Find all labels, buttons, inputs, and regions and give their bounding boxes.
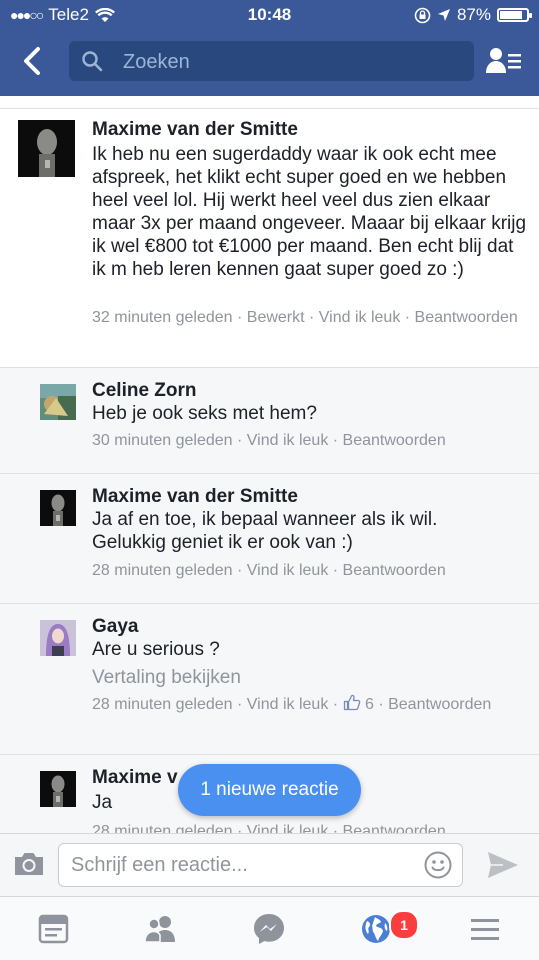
comment-author[interactable]: Gaya (92, 616, 138, 638)
comment-author[interactable]: Celine Zorn (92, 380, 197, 402)
reply-button[interactable]: Beantwoorden (343, 432, 446, 449)
avatar-image (40, 771, 76, 807)
comment-timestamp[interactable]: 28 minuten geleden (92, 823, 233, 833)
news-feed-icon (38, 914, 69, 944)
camera-button[interactable] (12, 850, 46, 883)
reply-button[interactable]: Beantwoorden (343, 562, 446, 579)
comment-item: Maxime van der Smitte Ik heb nu een suge… (0, 109, 539, 367)
comment-timestamp[interactable]: 28 minuten geleden (92, 696, 233, 713)
menu-icon (471, 919, 499, 940)
comment-meta: 28 minuten geleden · Vind ik leuk · Bean… (92, 562, 446, 579)
back-button[interactable] (16, 44, 50, 78)
comment-input-placeholder: Schrijf een reactie... (71, 854, 248, 876)
search-input[interactable]: Zoeken (123, 51, 190, 74)
battery-icon (497, 8, 532, 22)
comment-text: Heb je ook seks met hem? (92, 403, 317, 424)
reply-item: Gaya Are u serious ? Vertaling bekijken … (0, 604, 539, 754)
avatar[interactable] (18, 120, 75, 177)
send-icon (488, 852, 518, 878)
messenger-icon (254, 914, 284, 944)
comment-author[interactable]: Maxime v (92, 767, 178, 789)
avatar[interactable] (40, 384, 76, 420)
battery-percent: 87% (456, 5, 491, 24)
avatar[interactable] (40, 620, 76, 656)
comment-timestamp[interactable]: 32 minuten geleden (92, 309, 233, 326)
thumbs-up-icon (343, 694, 360, 711)
notification-badge: 1 (389, 910, 419, 940)
comment-text: Ja af en toe, ik bepaal wanneer als ik w… (92, 509, 443, 553)
edited-label[interactable]: Bewerkt (247, 309, 305, 326)
comment-composer: Schrijf een reactie... (0, 833, 539, 896)
like-button[interactable]: Vind ik leuk (247, 823, 329, 833)
avatar-image (40, 384, 76, 420)
avatar-image (18, 120, 75, 177)
comment-text: Ik heb nu een sugerdaddy waar ik ook ech… (92, 144, 532, 280)
smiley-icon[interactable] (424, 851, 452, 879)
friend-requests-button[interactable] (484, 44, 524, 78)
see-translation-link[interactable]: Vertaling bekijken (92, 667, 241, 689)
reply-button[interactable]: Beantwoorden (388, 696, 491, 713)
comment-meta: 28 minuten geleden · Vind ik leuk · Bean… (92, 821, 532, 833)
camera-icon (15, 853, 43, 875)
comment-input[interactable]: Schrijf een reactie... (58, 843, 463, 887)
comment-timestamp[interactable]: 30 minuten geleden (92, 432, 233, 449)
friend-requests-icon (486, 48, 521, 73)
tab-friends[interactable] (143, 911, 179, 947)
new-reply-pill[interactable]: 1 nieuwe reactie (178, 764, 361, 816)
like-button[interactable]: Vind ik leuk (319, 309, 401, 326)
avatar[interactable] (40, 490, 76, 526)
friends-icon (144, 916, 175, 943)
comment-author[interactable]: Maxime van der Smitte (92, 486, 298, 508)
reply-button[interactable]: Beantwoorden (343, 823, 446, 833)
location-icon (437, 9, 450, 21)
like-count[interactable]: 6 (365, 696, 374, 713)
like-button[interactable]: Vind ik leuk (247, 696, 329, 713)
like-button[interactable]: Vind ik leuk (247, 432, 329, 449)
tab-menu[interactable] (467, 911, 503, 947)
avatar-image (40, 490, 76, 526)
comment-meta: 32 minuten geleden · Bewerkt · Vind ik l… (92, 309, 518, 326)
rotation-lock-icon (414, 7, 431, 23)
back-icon (24, 47, 40, 75)
status-bar: ●●●○○ Tele2 10:48 87% (0, 0, 539, 30)
like-button[interactable]: Vind ik leuk (247, 562, 329, 579)
reply-item: Celine Zorn Heb je ook seks met hem? 30 … (0, 368, 539, 473)
send-button[interactable] (487, 851, 519, 884)
header: ●●●○○ Tele2 10:48 87% Zoeken (0, 0, 539, 96)
comment-author[interactable]: Maxime van der Smitte (92, 119, 298, 141)
reply-item: Maxime van der Smitte Ja af en toe, ik b… (0, 474, 539, 603)
comment-meta: 28 minuten geleden · Vind ik leuk · 6 · … (92, 694, 492, 713)
comment-text: Are u serious ? (92, 639, 220, 660)
comment-timestamp[interactable]: 28 minuten geleden (92, 562, 233, 579)
avatar-image (40, 620, 76, 656)
tab-bar (0, 896, 539, 960)
reply-button[interactable]: Beantwoorden (415, 309, 518, 326)
comment-meta: 30 minuten geleden · Vind ik leuk · Bean… (92, 432, 446, 449)
tab-news-feed[interactable] (36, 911, 72, 947)
search-icon (82, 51, 103, 72)
avatar[interactable] (40, 771, 76, 807)
tab-messenger[interactable] (251, 911, 287, 947)
search-bar[interactable]: Zoeken (69, 41, 474, 81)
comments-list: Maxime van der Smitte Ik heb nu een suge… (0, 96, 539, 833)
